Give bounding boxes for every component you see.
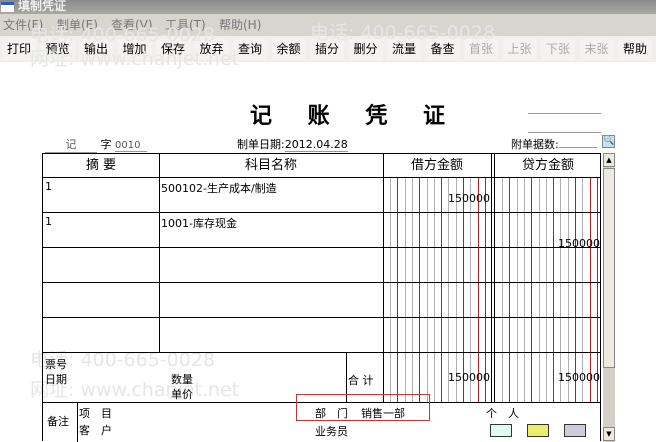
grid-line: [43, 282, 601, 283]
toolbar-button[interactable]: 余额: [271, 39, 306, 60]
search-icon[interactable]: 🔍: [602, 135, 615, 148]
window-icon: [1, 2, 14, 12]
scroll-down-button[interactable]: ▼: [603, 427, 615, 441]
attach-label: 附单据数:: [511, 138, 559, 151]
debit-cell[interactable]: 150000: [383, 192, 490, 205]
debit-total: 150000: [448, 371, 490, 384]
scroll-thumb[interactable]: [603, 168, 615, 368]
voucher-type[interactable]: 记: [45, 136, 97, 153]
toolbar-button[interactable]: 预览: [40, 39, 75, 60]
toolbar-button[interactable]: 备查: [425, 39, 460, 60]
toolbar-button[interactable]: 查询: [233, 39, 267, 60]
divider: [528, 113, 601, 114]
toolbar-button[interactable]: 下张: [541, 39, 575, 60]
header-debit: 借方金额: [410, 158, 463, 173]
grid-line: [43, 177, 601, 178]
voucher-title: 记 账 凭 证: [250, 103, 459, 129]
date-label: 制单日期:: [237, 138, 285, 151]
grid-line: [159, 154, 160, 353]
account-cell[interactable]: 500102-生产成本/制造: [161, 180, 277, 196]
zi-label: 字: [100, 138, 112, 151]
header-summary: 摘 要: [85, 158, 117, 173]
toolbar-button[interactable]: 保存: [156, 39, 190, 60]
total-label: 合 计: [348, 374, 374, 387]
attach-field[interactable]: [558, 147, 597, 148]
highlight-box: [296, 394, 430, 421]
menu-help[interactable]: 帮助(H): [219, 15, 261, 35]
remarks-label: 备注: [47, 415, 69, 428]
scrollbar[interactable]: ▲ ▼: [603, 153, 615, 442]
price-label: 单价: [171, 388, 193, 401]
toolbar-button[interactable]: 帮助: [618, 39, 652, 60]
project-label: 项 目: [79, 407, 112, 420]
divider: [528, 132, 601, 133]
scroll-up-button[interactable]: ▲: [603, 153, 615, 167]
date-label: 日期: [45, 373, 67, 386]
header-account: 科目名称: [244, 158, 297, 173]
toolbar-button[interactable]: 流量: [387, 39, 421, 60]
menu-tools[interactable]: 工具(T): [165, 15, 206, 35]
toolbar-button[interactable]: 删分: [348, 39, 383, 60]
grid-line: [43, 317, 601, 318]
toolbar-button[interactable]: 上张: [502, 39, 537, 60]
menu-view[interactable]: 查看(V): [111, 15, 153, 35]
toolbar: 打印 预览 输出 增加 保存 放弃 查询 余额 插分 删分 流量 备查 首张 上张 下张 末张 帮助: [0, 36, 656, 62]
person-label: 个 人: [486, 407, 519, 420]
customer-label: 客 户: [79, 424, 112, 437]
date-field[interactable]: 2012.04.28: [284, 138, 348, 152]
summary-cell[interactable]: 1: [45, 180, 52, 193]
quantity-label: 数量: [171, 373, 193, 386]
credit-total: 150000: [558, 371, 600, 384]
window-title: 填制凭证: [18, 0, 67, 13]
pen-icon[interactable]: [564, 424, 586, 437]
ticket-no-label: 票号: [45, 358, 67, 371]
grid-line: [43, 352, 601, 353]
grid-line: [43, 212, 601, 213]
menu-bar: 文件(F) 制单(E) 查看(V) 工具(T) 帮助(H): [0, 14, 656, 36]
salesman-label: 业务员: [315, 425, 348, 438]
toolbar-button[interactable]: 输出: [79, 39, 113, 60]
toolbar-button[interactable]: 插分: [310, 39, 344, 60]
title-bar: 填制凭证: [0, 0, 656, 14]
grid-line: [77, 402, 78, 442]
menu-file[interactable]: 文件(F): [3, 15, 43, 35]
summary-cell[interactable]: 1: [45, 215, 52, 228]
grid-line: [494, 154, 495, 402]
account-cell[interactable]: 1001-库存现金: [161, 215, 237, 231]
toolbar-button[interactable]: 增加: [117, 39, 152, 60]
toolbar-button[interactable]: 末张: [579, 39, 614, 60]
credit-cell[interactable]: 150000: [495, 237, 600, 250]
header-credit: 贷方金额: [521, 158, 574, 173]
toolbar-button[interactable]: 放弃: [194, 39, 229, 60]
menu-edit[interactable]: 制单(E): [57, 15, 98, 35]
toolbar-button[interactable]: 首张: [464, 39, 498, 60]
search-detail-icon[interactable]: [527, 424, 549, 437]
toolbar-button[interactable]: 打印: [2, 39, 36, 60]
voucher-number[interactable]: 0010: [115, 140, 147, 152]
edit-line-icon[interactable]: [490, 424, 512, 437]
grid-line: [491, 154, 492, 402]
